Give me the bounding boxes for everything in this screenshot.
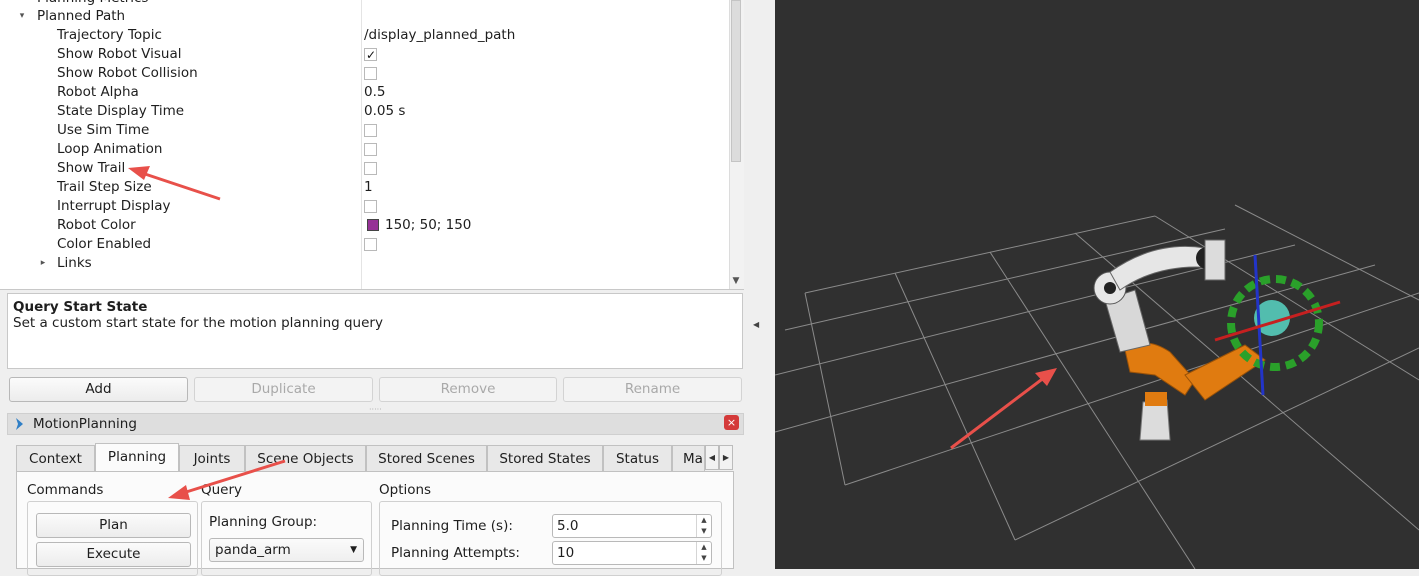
3d-scene[interactable] [775,0,1419,569]
robot-arm[interactable] [1093,239,1341,441]
3d-viewport[interactable] [775,0,1419,569]
collapse-panel-arrow-icon[interactable]: ◀ [753,320,759,329]
annotation-arrow [168,459,286,500]
annotation-arrow [128,166,221,201]
dock-splitter[interactable] [744,0,775,569]
annotation-overlay [128,166,286,500]
ground-grid [775,204,1419,569]
annotation-arrow [950,368,1057,450]
